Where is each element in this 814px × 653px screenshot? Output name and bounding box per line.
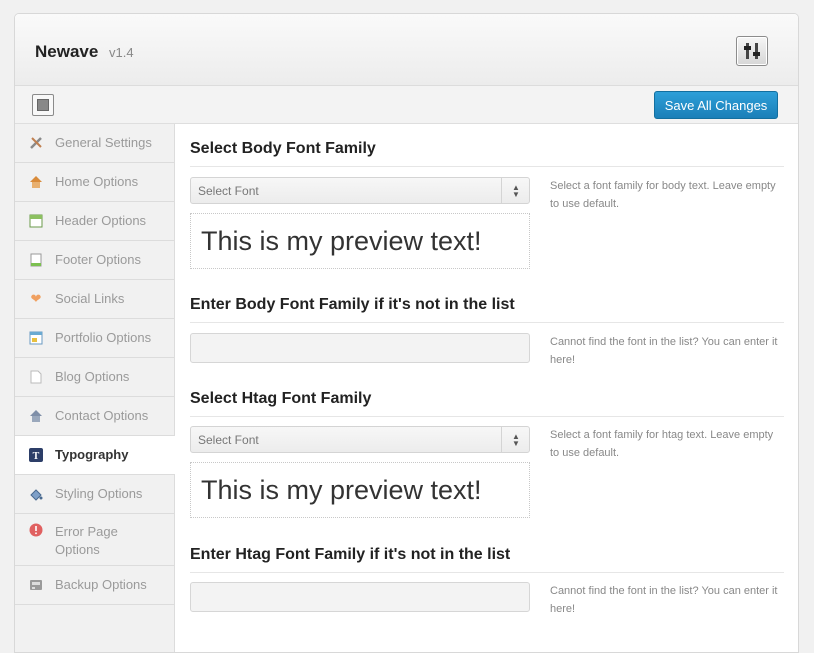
error-icon [29, 523, 43, 537]
body-custom-description: Cannot find the font in the list? You ca… [550, 336, 778, 366]
toolbar: Save All Changes [15, 86, 798, 124]
htag-custom-font-input[interactable] [190, 582, 530, 612]
sidebar-nav: General Settings Home Options Header Opt… [15, 124, 175, 652]
htag-font-select-value: Select Font [198, 433, 259, 447]
htag-custom-description: Cannot find the font in the list? You ca… [550, 585, 778, 615]
heart-icon: ❤ [30, 291, 42, 306]
body-font-select[interactable]: Select Font ▲ ▼ [190, 177, 530, 204]
sidebar-item-blog-options[interactable]: Blog Options [15, 358, 174, 397]
sidebar-item-social-links[interactable]: ❤ Social Links [15, 280, 174, 319]
tools-icon [29, 136, 43, 150]
body-font-select-value: Select Font [198, 184, 259, 198]
paint-bucket-icon [29, 487, 43, 501]
select-arrows-icon: ▲ ▼ [501, 178, 529, 203]
htag-custom-section: Enter Htag Font Family if it's not in th… [190, 546, 784, 573]
body-font-preview: This is my preview text! [190, 213, 530, 269]
htag-font-preview: This is my preview text! [190, 462, 530, 518]
home-icon [29, 175, 43, 189]
panel-header: Newave v1.4 [15, 14, 798, 86]
sliders-icon[interactable] [736, 36, 768, 66]
sidebar-item-home-options[interactable]: Home Options [15, 163, 174, 202]
body-custom-section: Enter Body Font Family if it's not in th… [190, 296, 784, 323]
header-layout-icon [29, 214, 43, 228]
sidebar-item-typography[interactable]: T Typography [15, 436, 175, 475]
backup-icon [29, 578, 43, 592]
sidebar-item-general-settings[interactable]: General Settings [15, 124, 174, 163]
body-font-title: Select Body Font Family [190, 140, 784, 167]
sidebar-item-styling-options[interactable]: Styling Options [15, 475, 174, 514]
page-icon [29, 370, 43, 384]
body-custom-font-input[interactable] [190, 333, 530, 363]
sidebar-item-footer-options[interactable]: Footer Options [15, 241, 174, 280]
sidebar-item-header-options[interactable]: Header Options [15, 202, 174, 241]
save-all-changes-button[interactable]: Save All Changes [654, 91, 778, 119]
house-icon [29, 409, 43, 423]
portfolio-icon [29, 331, 43, 345]
body-font-description: Select a font family for body text. Leav… [550, 180, 776, 210]
app-version: v1.4 [109, 45, 134, 60]
svg-text:T: T [33, 451, 40, 462]
expand-toggle-icon[interactable] [32, 94, 54, 116]
sidebar-item-error-page-options[interactable]: Error Page Options [15, 514, 174, 566]
sidebar-item-backup-options[interactable]: Backup Options [15, 566, 174, 605]
htag-font-description: Select a font family for htag text. Leav… [550, 429, 774, 459]
app-title: Newave [35, 42, 99, 61]
sidebar-item-contact-options[interactable]: Contact Options [15, 397, 174, 436]
sidebar-item-portfolio-options[interactable]: Portfolio Options [15, 319, 174, 358]
select-arrows-icon: ▲ ▼ [501, 427, 529, 452]
htag-custom-title: Enter Htag Font Family if it's not in th… [190, 546, 784, 573]
options-panel: Newave v1.4 Save All Changes General Set… [14, 13, 799, 653]
htag-font-title: Select Htag Font Family [190, 390, 784, 417]
htag-font-select[interactable]: Select Font ▲ ▼ [190, 426, 530, 453]
document-icon [29, 253, 43, 267]
body-font-section: Select Body Font Family [190, 140, 784, 167]
typography-icon: T [29, 448, 43, 462]
htag-font-section: Select Htag Font Family [190, 390, 784, 417]
body-custom-title: Enter Body Font Family if it's not in th… [190, 296, 784, 323]
